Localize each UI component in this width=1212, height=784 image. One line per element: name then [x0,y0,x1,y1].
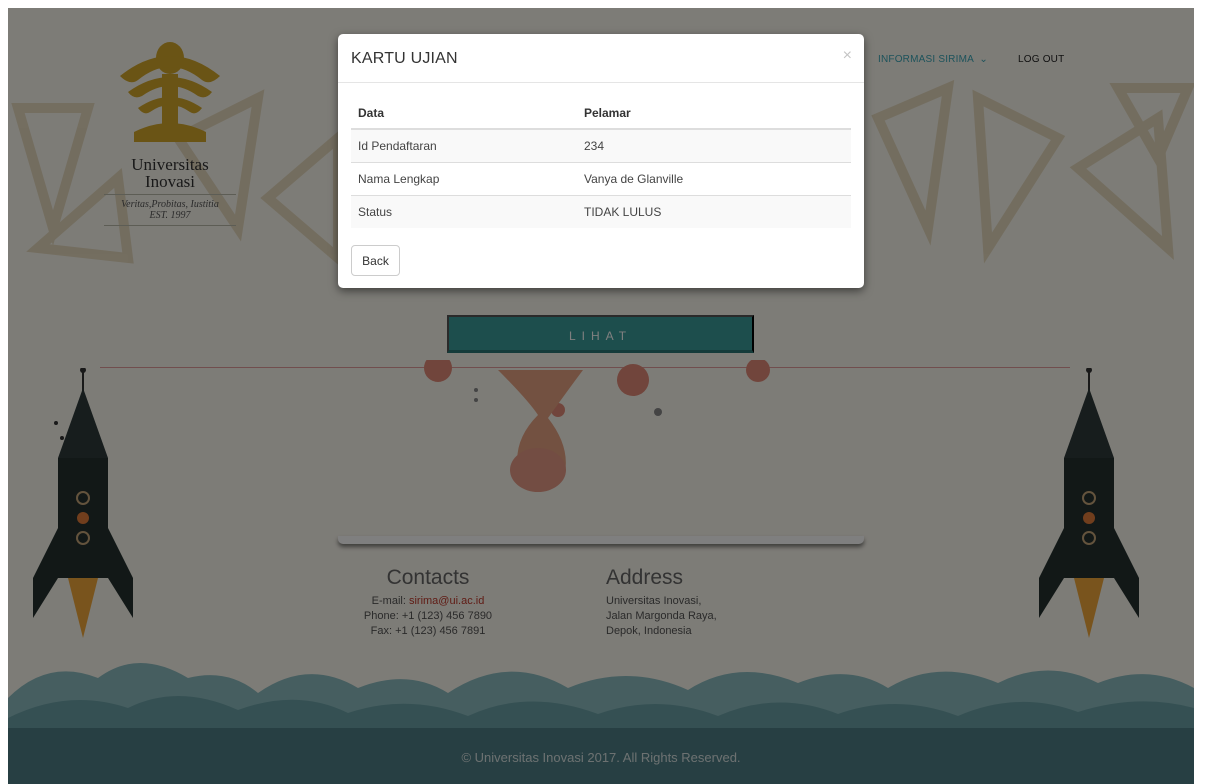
column-header-pelamar: Pelamar [577,97,851,130]
modal-title: KARTU UJIAN [351,50,458,67]
modal-header: KARTU UJIAN × [338,34,864,83]
table-header-row: Data Pelamar [351,97,851,130]
row-value: 234 [577,128,851,162]
row-label: Id Pendaftaran [351,128,577,162]
row-value: Vanya de Glanville [577,161,851,195]
table-row: Status TIDAK LULUS [351,194,851,228]
table-row: Id Pendaftaran 234 [351,128,851,162]
table-row: Nama Lengkap Vanya de Glanville [351,161,851,195]
column-header-data: Data [351,97,577,130]
close-icon[interactable]: × [843,47,852,65]
status-value: TIDAK LULUS [577,194,851,228]
row-label: Status [351,194,577,228]
kartu-ujian-modal: KARTU UJIAN × Data Pelamar Id Pendaftara… [338,34,864,288]
page: Universitas Inovasi Veritas,Probitas, Iu… [8,8,1194,784]
kartu-ujian-table: Data Pelamar Id Pendaftaran 234 Nama Len… [351,97,851,228]
row-label: Nama Lengkap [351,161,577,195]
back-button[interactable]: Back [351,245,400,276]
